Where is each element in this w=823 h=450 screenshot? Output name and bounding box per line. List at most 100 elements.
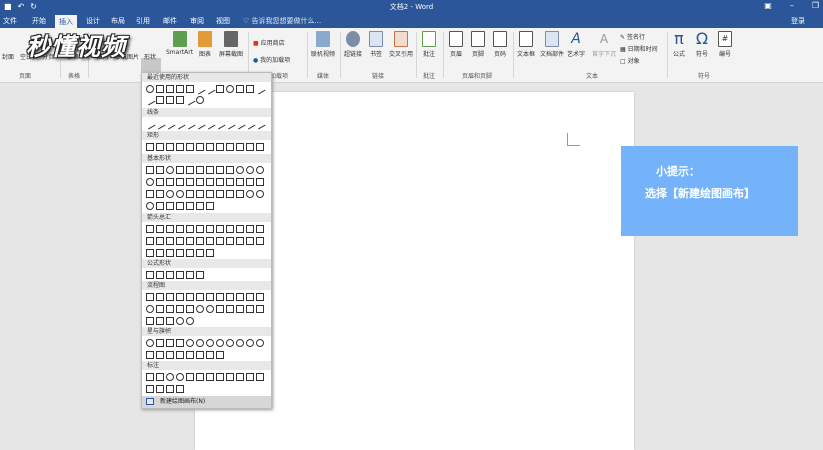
shape-item[interactable] bbox=[156, 293, 164, 301]
shape-item[interactable] bbox=[176, 96, 184, 104]
shape-item[interactable] bbox=[246, 143, 254, 151]
shape-item[interactable] bbox=[216, 237, 224, 245]
footer-button[interactable]: 页脚 bbox=[471, 31, 485, 58]
new-drawing-canvas-item[interactable]: 新建绘图画布(N) bbox=[142, 396, 271, 408]
shape-item[interactable] bbox=[176, 237, 184, 245]
shape-item[interactable] bbox=[166, 225, 174, 233]
shape-item[interactable] bbox=[156, 85, 164, 93]
shape-item[interactable] bbox=[146, 178, 154, 186]
shape-item[interactable] bbox=[186, 317, 194, 325]
shape-item[interactable] bbox=[196, 202, 204, 210]
shape-item[interactable] bbox=[196, 96, 204, 104]
shape-item[interactable] bbox=[206, 237, 214, 245]
shape-item[interactable] bbox=[186, 249, 194, 257]
shape-item[interactable] bbox=[186, 305, 194, 313]
shape-item[interactable] bbox=[246, 85, 254, 93]
shape-item[interactable] bbox=[146, 237, 154, 245]
shape-item[interactable] bbox=[216, 351, 224, 359]
chart-button[interactable]: 图表 bbox=[198, 31, 212, 58]
shape-item[interactable] bbox=[166, 237, 174, 245]
shape-item[interactable] bbox=[146, 305, 154, 313]
screenshot-button[interactable]: 屏幕截图 bbox=[219, 31, 243, 58]
shape-item[interactable] bbox=[156, 178, 164, 186]
shape-item[interactable] bbox=[256, 225, 264, 233]
shape-item[interactable] bbox=[184, 94, 196, 106]
shape-item[interactable] bbox=[236, 85, 244, 93]
shape-item[interactable] bbox=[156, 351, 164, 359]
shape-item[interactable] bbox=[216, 225, 224, 233]
shape-item[interactable] bbox=[146, 385, 154, 393]
tab-layout[interactable]: 布局 bbox=[111, 16, 125, 26]
shape-item[interactable] bbox=[246, 225, 254, 233]
smartart-button[interactable]: SmartArt bbox=[166, 31, 193, 56]
shape-item[interactable] bbox=[186, 373, 194, 381]
my-addins-button[interactable]: ● 我的加载项 bbox=[253, 55, 290, 64]
shape-item[interactable] bbox=[156, 373, 164, 381]
shape-item[interactable] bbox=[256, 339, 264, 347]
shape-item[interactable] bbox=[186, 178, 194, 186]
minimize-icon[interactable]: – bbox=[790, 1, 794, 10]
shape-item[interactable] bbox=[236, 143, 244, 151]
shape-item[interactable] bbox=[156, 96, 164, 104]
shape-item[interactable] bbox=[186, 202, 194, 210]
shape-item[interactable] bbox=[186, 166, 194, 174]
shape-item[interactable] bbox=[166, 293, 174, 301]
shape-item[interactable] bbox=[226, 237, 234, 245]
shape-item[interactable] bbox=[174, 118, 186, 130]
shape-item[interactable] bbox=[246, 166, 254, 174]
shape-item[interactable] bbox=[176, 166, 184, 174]
shape-item[interactable] bbox=[206, 249, 214, 257]
signature-line-button[interactable]: ✎ 签名行 bbox=[620, 32, 645, 41]
shape-item[interactable] bbox=[196, 178, 204, 186]
shape-item[interactable] bbox=[256, 178, 264, 186]
shape-item[interactable] bbox=[216, 178, 224, 186]
shape-item[interactable] bbox=[216, 85, 224, 93]
shape-item[interactable] bbox=[216, 339, 224, 347]
login-link[interactable]: 登录 bbox=[791, 16, 805, 26]
shape-item[interactable] bbox=[186, 143, 194, 151]
shape-item[interactable] bbox=[166, 96, 174, 104]
restore-icon[interactable]: ❐ bbox=[812, 1, 819, 10]
shape-item[interactable] bbox=[186, 351, 194, 359]
shape-item[interactable] bbox=[176, 339, 184, 347]
shape-item[interactable] bbox=[156, 190, 164, 198]
shape-item[interactable] bbox=[166, 339, 174, 347]
shape-item[interactable] bbox=[226, 373, 234, 381]
tab-view[interactable]: 视图 bbox=[216, 16, 230, 26]
shape-item[interactable] bbox=[166, 143, 174, 151]
shape-item[interactable] bbox=[146, 202, 154, 210]
shape-item[interactable] bbox=[256, 190, 264, 198]
shape-item[interactable] bbox=[246, 373, 254, 381]
shape-item[interactable] bbox=[166, 190, 174, 198]
shape-item[interactable] bbox=[206, 166, 214, 174]
shape-item[interactable] bbox=[196, 373, 204, 381]
shape-item[interactable] bbox=[246, 293, 254, 301]
shape-item[interactable] bbox=[166, 85, 174, 93]
tab-mailings[interactable]: 邮件 bbox=[163, 16, 177, 26]
shape-item[interactable] bbox=[216, 166, 224, 174]
shape-item[interactable] bbox=[196, 305, 204, 313]
shape-item[interactable] bbox=[146, 271, 154, 279]
drop-cap-button[interactable]: A 首字下沉 bbox=[592, 31, 616, 58]
shape-item[interactable] bbox=[166, 385, 174, 393]
equation-button[interactable]: π 公式 bbox=[672, 31, 686, 59]
shape-item[interactable] bbox=[226, 190, 234, 198]
shape-item[interactable] bbox=[146, 373, 154, 381]
date-time-button[interactable]: ▦ 日期和时间 bbox=[620, 44, 658, 53]
shape-item[interactable] bbox=[236, 237, 244, 245]
shape-item[interactable] bbox=[216, 305, 224, 313]
shape-item[interactable] bbox=[246, 178, 254, 186]
shape-item[interactable] bbox=[256, 143, 264, 151]
shape-item[interactable] bbox=[146, 339, 154, 347]
shape-item[interactable] bbox=[206, 225, 214, 233]
shape-item[interactable] bbox=[156, 249, 164, 257]
shape-item[interactable] bbox=[166, 178, 174, 186]
shape-item[interactable] bbox=[164, 118, 176, 130]
shape-item[interactable] bbox=[166, 249, 174, 257]
shape-item[interactable] bbox=[236, 166, 244, 174]
quick-parts-button[interactable]: 文档部件 bbox=[540, 31, 564, 58]
tab-review[interactable]: 审阅 bbox=[190, 16, 204, 26]
shape-item[interactable] bbox=[204, 118, 216, 130]
header-button[interactable]: 页眉 bbox=[449, 31, 463, 58]
shape-item[interactable] bbox=[146, 143, 154, 151]
